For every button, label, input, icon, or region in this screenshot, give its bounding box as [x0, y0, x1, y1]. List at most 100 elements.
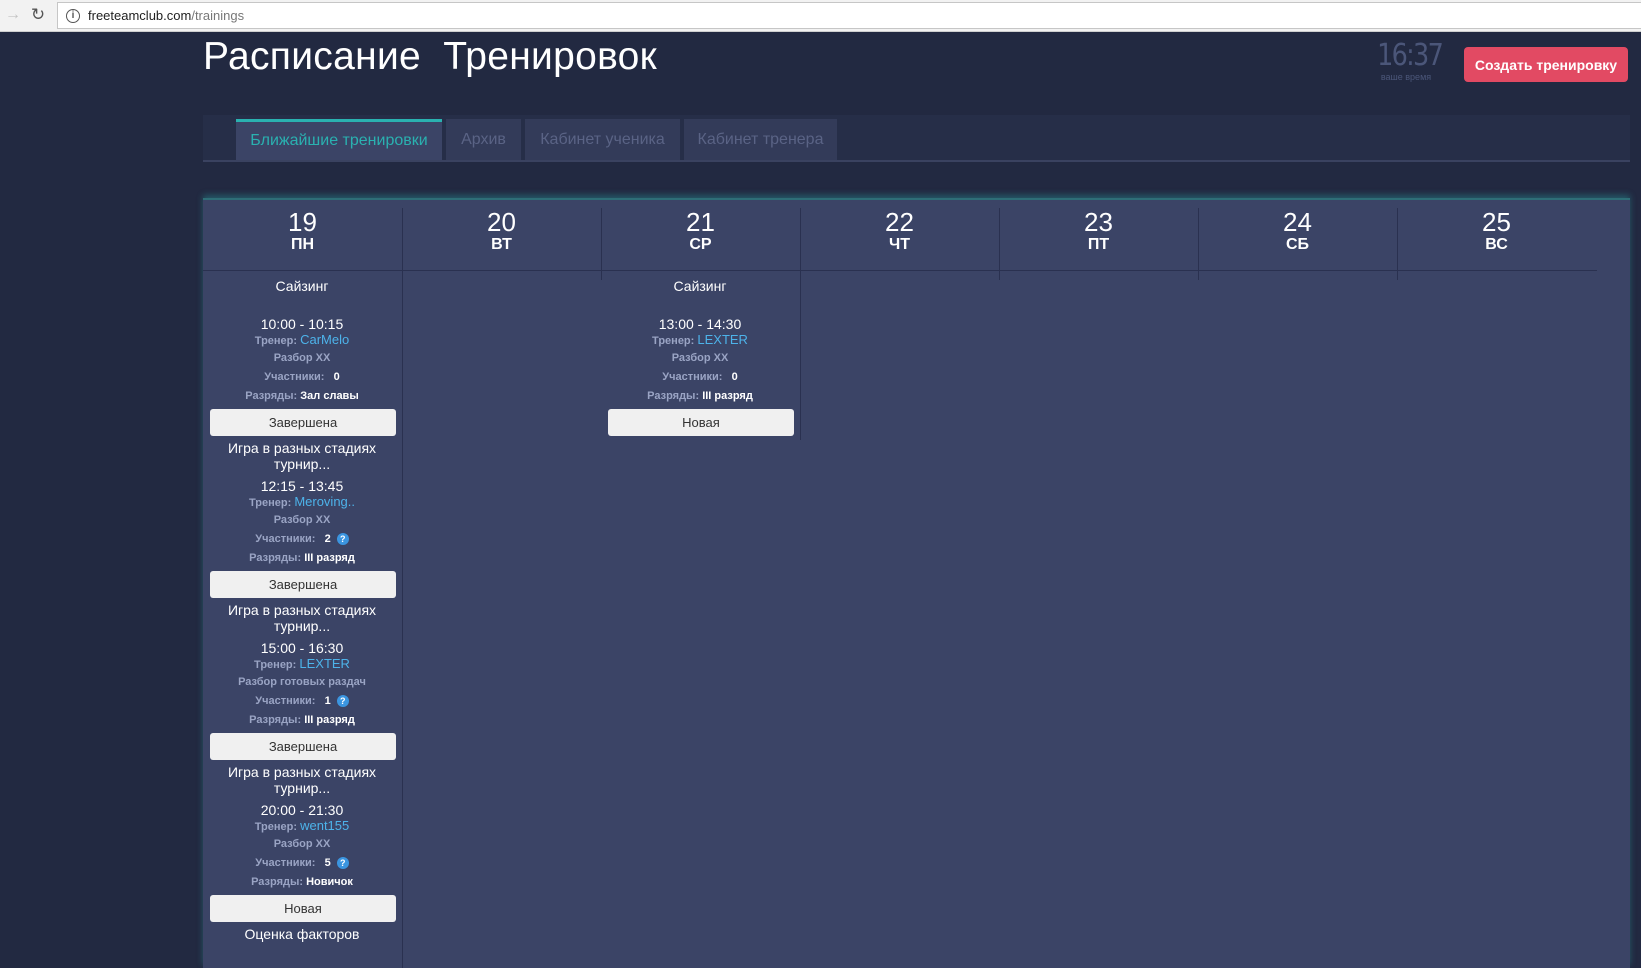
ranks-label: Разряды:	[251, 876, 304, 888]
status-button[interactable]: Новая	[210, 895, 396, 922]
forward-arrow-icon[interactable]: →	[3, 5, 23, 25]
participants-count: 0	[333, 371, 340, 383]
day-header-sun: 25 ВС	[1397, 208, 1596, 270]
training-title: Сайзинг	[673, 278, 727, 294]
training-topic: Разбор готовых раздач	[238, 676, 366, 688]
day-name: ЧТ	[888, 236, 910, 253]
training-time: 10:00 - 10:15	[260, 316, 344, 332]
training-title: Оценка факторов	[244, 926, 360, 942]
training-time: 15:00 - 16:30	[260, 640, 344, 656]
trainer-link[interactable]: Meroving..	[294, 494, 355, 509]
clock-label: ваше время	[1380, 72, 1432, 82]
tabs-bar: Ближайшие тренировки Архив Кабинет учени…	[203, 115, 1630, 162]
week-calendar: 19 ПН 20 ВТ 21 СР 22 ЧТ 23 ПТ 24 СБ 25 В…	[203, 198, 1630, 968]
ranks-line: Разряды: Зал славы	[203, 390, 401, 403]
training-time: 12:15 - 13:45	[260, 478, 344, 494]
training-card[interactable]: Сайзинг 13:00 - 14:30 Тренер: LEXTER Раз…	[601, 278, 799, 440]
column-divider	[402, 208, 403, 968]
ranks-value: Зал славы	[300, 390, 359, 402]
day-number: 25	[1482, 207, 1511, 237]
status-button[interactable]: Завершена	[210, 409, 396, 436]
participants-label: Участники:	[255, 857, 316, 869]
training-title: Игра в разных стадиях турнир...	[227, 764, 377, 796]
day-header-sat: 24 СБ	[1198, 208, 1397, 270]
address-bar[interactable]: i freeteamclub.com/trainings	[57, 2, 1641, 29]
training-card[interactable]: Игра в разных стадиях турнир... 12:15 - …	[203, 440, 401, 602]
training-card[interactable]: Оценка факторов	[203, 926, 401, 968]
tab-trainer-cabinet[interactable]: Кабинет тренера	[684, 119, 837, 160]
status-button[interactable]: Новая	[608, 409, 794, 436]
ranks-line: Разряды: III разряд	[601, 390, 799, 403]
create-training-button[interactable]: Создать тренировку	[1464, 47, 1628, 82]
page-title: Расписание Тренировок	[203, 35, 658, 78]
training-card[interactable]: Сайзинг 10:00 - 10:15 Тренер: CarMelo Ра…	[203, 278, 401, 440]
tab-upcoming-trainings[interactable]: Ближайшие тренировки	[236, 119, 442, 160]
participants-count: 2	[324, 533, 331, 545]
trainer-label: Тренер:	[248, 497, 292, 509]
participants-label: Участники:	[255, 695, 316, 707]
browser-toolbar: → ↻ i freeteamclub.com/trainings	[0, 0, 1641, 32]
ranks-value: III разряд	[304, 552, 355, 564]
day-name: ПТ	[1087, 236, 1110, 253]
status-button[interactable]: Завершена	[210, 571, 396, 598]
trainer-link[interactable]: went155	[300, 818, 349, 833]
trainer-line: Тренер: went155	[203, 819, 401, 834]
training-topic: Разбор XX	[273, 838, 331, 850]
trainer-label: Тренер:	[652, 335, 695, 347]
ranks-label: Разряды:	[245, 390, 298, 402]
day-name: ПН	[290, 236, 315, 253]
ranks-line: Разряды: Новичок	[203, 876, 401, 889]
participants-line: Участники: 2?	[203, 533, 401, 546]
day-name: СБ	[1285, 236, 1310, 253]
participants-line: Участники: 1?	[203, 695, 401, 708]
trainer-label: Тренер:	[254, 821, 298, 833]
participants-line: Участники: 5?	[203, 857, 401, 870]
day-number: 22	[885, 207, 914, 237]
day-name: ВТ	[491, 236, 512, 253]
tab-archive[interactable]: Архив	[446, 119, 521, 160]
training-title: Игра в разных стадиях турнир...	[227, 602, 377, 634]
participants-line: Участники: 0	[601, 371, 799, 384]
participants-count: 1	[324, 695, 331, 707]
tab-student-cabinet[interactable]: Кабинет ученика	[525, 119, 680, 160]
day-number: 19	[288, 207, 317, 237]
trainer-line: Тренер: Meroving..	[203, 495, 401, 510]
question-icon[interactable]: ?	[336, 695, 349, 708]
training-card[interactable]: Игра в разных стадиях турнир... 15:00 - …	[203, 602, 401, 764]
day-header-tue: 20 ВТ	[402, 208, 601, 270]
question-icon[interactable]: ?	[336, 533, 349, 546]
day-header-wed: 21 СР	[601, 208, 800, 270]
trainer-link[interactable]: LEXTER	[697, 332, 748, 347]
participants-count: 0	[731, 371, 738, 383]
training-card[interactable]: Игра в разных стадиях турнир... 20:00 - …	[203, 764, 401, 926]
clock-time: 16:37	[1377, 38, 1444, 73]
ranks-label: Разряды:	[647, 390, 700, 402]
training-topic: Разбор XX	[273, 352, 331, 364]
day-header-fri: 23 ПТ	[999, 208, 1198, 270]
training-topic: Разбор XX	[273, 514, 331, 526]
training-time: 20:00 - 21:30	[260, 802, 344, 818]
trainer-link[interactable]: LEXTER	[299, 656, 350, 671]
day-number: 20	[487, 207, 516, 237]
ranks-value: III разряд	[702, 390, 753, 402]
trainer-label: Тренер:	[254, 659, 297, 671]
reload-icon[interactable]: ↻	[28, 5, 48, 25]
trainer-line: Тренер: CarMelo	[203, 333, 401, 348]
training-time: 13:00 - 14:30	[658, 316, 742, 332]
status-button[interactable]: Завершена	[210, 733, 396, 760]
header-divider	[203, 270, 1597, 271]
info-icon[interactable]: i	[66, 9, 80, 23]
local-clock: 16:37 ваше время	[1372, 38, 1444, 83]
day-header-thu: 22 ЧТ	[800, 208, 999, 270]
day-number: 24	[1283, 207, 1312, 237]
question-icon[interactable]: ?	[336, 857, 349, 870]
day-number: 21	[686, 207, 715, 237]
trainer-line: Тренер: LEXTER	[601, 333, 799, 348]
trainer-line: Тренер: LEXTER	[203, 657, 401, 672]
trainer-label: Тренер:	[254, 335, 298, 347]
trainer-link[interactable]: CarMelo	[300, 332, 349, 347]
training-title: Сайзинг	[275, 278, 329, 294]
day-number: 23	[1084, 207, 1113, 237]
participants-label: Участники:	[264, 371, 325, 383]
day-name: ВС	[1485, 236, 1508, 253]
